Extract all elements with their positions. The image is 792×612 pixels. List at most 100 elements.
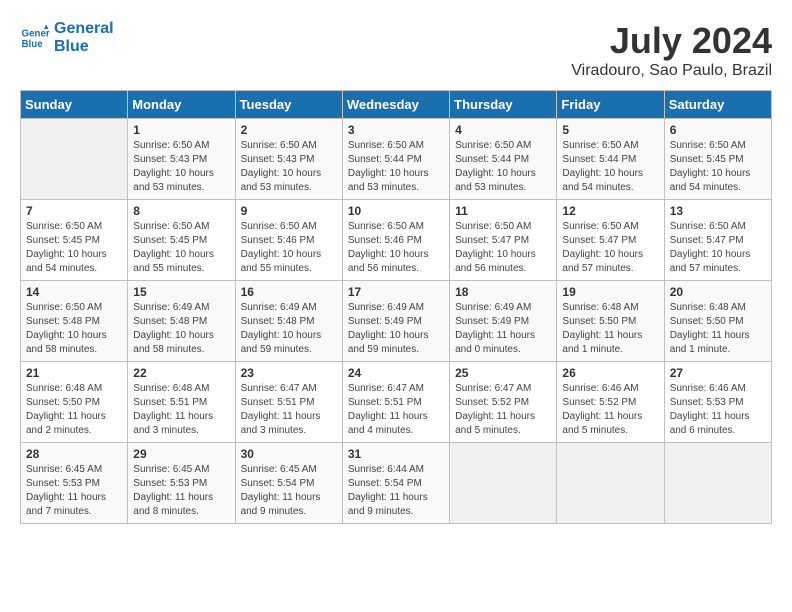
calendar-cell: 13 Sunrise: 6:50 AM Sunset: 5:47 PM Dayli… bbox=[664, 200, 771, 281]
day-number: 12 bbox=[562, 204, 658, 218]
day-number: 1 bbox=[133, 123, 229, 137]
day-number: 20 bbox=[670, 285, 766, 299]
day-info: Sunrise: 6:50 AM Sunset: 5:44 PM Dayligh… bbox=[562, 139, 658, 195]
calendar-cell: 26 Sunrise: 6:46 AM Sunset: 5:52 PM Dayli… bbox=[557, 362, 664, 443]
day-info: Sunrise: 6:45 AM Sunset: 5:53 PM Dayligh… bbox=[133, 463, 229, 519]
col-tuesday: Tuesday bbox=[235, 91, 342, 119]
day-number: 11 bbox=[455, 204, 551, 218]
day-number: 18 bbox=[455, 285, 551, 299]
day-number: 19 bbox=[562, 285, 658, 299]
logo-text-general: General bbox=[54, 20, 114, 37]
calendar-cell: 17Sunrise: 6:49 AM Sunset: 5:49 PM Dayli… bbox=[342, 281, 449, 362]
day-number: 7 bbox=[26, 204, 122, 218]
calendar-cell bbox=[664, 443, 771, 524]
day-info: Sunrise: 6:50 AM Sunset: 5:44 PM Dayligh… bbox=[455, 139, 551, 195]
calendar-cell: 31Sunrise: 6:44 AM Sunset: 5:54 PM Dayli… bbox=[342, 443, 449, 524]
calendar-week-2: 7 Sunrise: 6:50 AM Sunset: 5:45 PM Daylig… bbox=[21, 200, 772, 281]
day-info: Sunrise: 6:50 AM Sunset: 5:45 PM Dayligh… bbox=[670, 139, 766, 195]
logo-text-blue: Blue bbox=[54, 38, 114, 56]
day-info: Sunrise: 6:50 AM Sunset: 5:44 PM Dayligh… bbox=[348, 139, 444, 195]
day-info: Sunrise: 6:47 AM Sunset: 5:51 PM Dayligh… bbox=[241, 382, 337, 438]
calendar-week-4: 21 Sunrise: 6:48 AM Sunset: 5:50 PM Dayli… bbox=[21, 362, 772, 443]
day-number: 16 bbox=[241, 285, 337, 299]
location: Viradouro, Sao Paulo, Brazil bbox=[571, 62, 772, 80]
day-number: 6 bbox=[670, 123, 766, 137]
day-number: 24 bbox=[348, 366, 444, 380]
col-friday: Friday bbox=[557, 91, 664, 119]
day-number: 14 bbox=[26, 285, 122, 299]
day-info: Sunrise: 6:47 AM Sunset: 5:52 PM Dayligh… bbox=[455, 382, 551, 438]
day-info: Sunrise: 6:50 AM Sunset: 5:45 PM Dayligh… bbox=[133, 220, 229, 276]
day-info: Sunrise: 6:49 AM Sunset: 5:49 PM Dayligh… bbox=[348, 301, 444, 357]
day-number: 13 bbox=[670, 204, 766, 218]
col-sunday: Sunday bbox=[21, 91, 128, 119]
col-monday: Monday bbox=[128, 91, 235, 119]
day-number: 15 bbox=[133, 285, 229, 299]
calendar-table: Sunday Monday Tuesday Wednesday Thursday… bbox=[20, 90, 772, 524]
day-info: Sunrise: 6:50 AM Sunset: 5:43 PM Dayligh… bbox=[241, 139, 337, 195]
day-number: 10 bbox=[348, 204, 444, 218]
calendar-cell: 11 Sunrise: 6:50 AM Sunset: 5:47 PM Dayli… bbox=[450, 200, 557, 281]
day-number: 22 bbox=[133, 366, 229, 380]
calendar-week-1: 1 Sunrise: 6:50 AM Sunset: 5:43 PM Daylig… bbox=[21, 119, 772, 200]
calendar-cell: 16 Sunrise: 6:49 AM Sunset: 5:48 PM Dayli… bbox=[235, 281, 342, 362]
calendar-cell: 2 Sunrise: 6:50 AM Sunset: 5:43 PM Daylig… bbox=[235, 119, 342, 200]
svg-text:General: General bbox=[22, 28, 51, 39]
header-row: Sunday Monday Tuesday Wednesday Thursday… bbox=[21, 91, 772, 119]
calendar-cell: 1Sunrise: 6:50 AM Sunset: 5:43 PM Daylig… bbox=[128, 119, 235, 200]
calendar-cell: 29Sunrise: 6:45 AM Sunset: 5:53 PM Dayli… bbox=[128, 443, 235, 524]
day-number: 4 bbox=[455, 123, 551, 137]
calendar-cell: 20 Sunrise: 6:48 AM Sunset: 5:50 PM Dayli… bbox=[664, 281, 771, 362]
day-info: Sunrise: 6:50 AM Sunset: 5:47 PM Dayligh… bbox=[670, 220, 766, 276]
logo: General Blue General Blue bbox=[20, 20, 114, 55]
title-block: July 2024 Viradouro, Sao Paulo, Brazil bbox=[571, 20, 772, 80]
calendar-cell: 5Sunrise: 6:50 AM Sunset: 5:44 PM Daylig… bbox=[557, 119, 664, 200]
col-thursday: Thursday bbox=[450, 91, 557, 119]
day-info: Sunrise: 6:50 AM Sunset: 5:46 PM Dayligh… bbox=[348, 220, 444, 276]
day-number: 27 bbox=[670, 366, 766, 380]
svg-text:Blue: Blue bbox=[22, 39, 44, 50]
calendar-cell bbox=[450, 443, 557, 524]
day-info: Sunrise: 6:45 AM Sunset: 5:54 PM Dayligh… bbox=[241, 463, 337, 519]
day-number: 26 bbox=[562, 366, 658, 380]
day-number: 8 bbox=[133, 204, 229, 218]
day-number: 2 bbox=[241, 123, 337, 137]
day-info: Sunrise: 6:49 AM Sunset: 5:48 PM Dayligh… bbox=[133, 301, 229, 357]
calendar-cell: 28Sunrise: 6:45 AM Sunset: 5:53 PM Dayli… bbox=[21, 443, 128, 524]
logo-icon: General Blue bbox=[20, 23, 50, 53]
calendar-cell: 30 Sunrise: 6:45 AM Sunset: 5:54 PM Dayli… bbox=[235, 443, 342, 524]
day-info: Sunrise: 6:48 AM Sunset: 5:50 PM Dayligh… bbox=[670, 301, 766, 357]
day-info: Sunrise: 6:48 AM Sunset: 5:50 PM Dayligh… bbox=[26, 382, 122, 438]
calendar-cell: 15 Sunrise: 6:49 AM Sunset: 5:48 PM Dayli… bbox=[128, 281, 235, 362]
day-info: Sunrise: 6:48 AM Sunset: 5:50 PM Dayligh… bbox=[562, 301, 658, 357]
calendar-cell: 24 Sunrise: 6:47 AM Sunset: 5:51 PM Dayli… bbox=[342, 362, 449, 443]
calendar-cell: 3 Sunrise: 6:50 AM Sunset: 5:44 PM Daylig… bbox=[342, 119, 449, 200]
day-number: 3 bbox=[348, 123, 444, 137]
calendar-cell bbox=[557, 443, 664, 524]
day-info: Sunrise: 6:49 AM Sunset: 5:49 PM Dayligh… bbox=[455, 301, 551, 357]
calendar-cell: 12 Sunrise: 6:50 AM Sunset: 5:47 PM Dayli… bbox=[557, 200, 664, 281]
calendar-cell: 25 Sunrise: 6:47 AM Sunset: 5:52 PM Dayli… bbox=[450, 362, 557, 443]
calendar-cell: 19 Sunrise: 6:48 AM Sunset: 5:50 PM Dayli… bbox=[557, 281, 664, 362]
col-wednesday: Wednesday bbox=[342, 91, 449, 119]
calendar-cell: 9Sunrise: 6:50 AM Sunset: 5:46 PM Daylig… bbox=[235, 200, 342, 281]
calendar-cell: 6 Sunrise: 6:50 AM Sunset: 5:45 PM Daylig… bbox=[664, 119, 771, 200]
day-info: Sunrise: 6:46 AM Sunset: 5:53 PM Dayligh… bbox=[670, 382, 766, 438]
col-saturday: Saturday bbox=[664, 91, 771, 119]
day-number: 28 bbox=[26, 447, 122, 461]
calendar-cell bbox=[21, 119, 128, 200]
day-number: 25 bbox=[455, 366, 551, 380]
calendar-cell: 23 Sunrise: 6:47 AM Sunset: 5:51 PM Dayli… bbox=[235, 362, 342, 443]
day-number: 30 bbox=[241, 447, 337, 461]
day-info: Sunrise: 6:46 AM Sunset: 5:52 PM Dayligh… bbox=[562, 382, 658, 438]
day-info: Sunrise: 6:50 AM Sunset: 5:48 PM Dayligh… bbox=[26, 301, 122, 357]
day-info: Sunrise: 6:50 AM Sunset: 5:47 PM Dayligh… bbox=[562, 220, 658, 276]
day-info: Sunrise: 6:48 AM Sunset: 5:51 PM Dayligh… bbox=[133, 382, 229, 438]
day-number: 21 bbox=[26, 366, 122, 380]
day-number: 23 bbox=[241, 366, 337, 380]
day-info: Sunrise: 6:50 AM Sunset: 5:47 PM Dayligh… bbox=[455, 220, 551, 276]
day-info: Sunrise: 6:49 AM Sunset: 5:48 PM Dayligh… bbox=[241, 301, 337, 357]
day-info: Sunrise: 6:47 AM Sunset: 5:51 PM Dayligh… bbox=[348, 382, 444, 438]
calendar-cell: 18 Sunrise: 6:49 AM Sunset: 5:49 PM Dayli… bbox=[450, 281, 557, 362]
day-info: Sunrise: 6:44 AM Sunset: 5:54 PM Dayligh… bbox=[348, 463, 444, 519]
